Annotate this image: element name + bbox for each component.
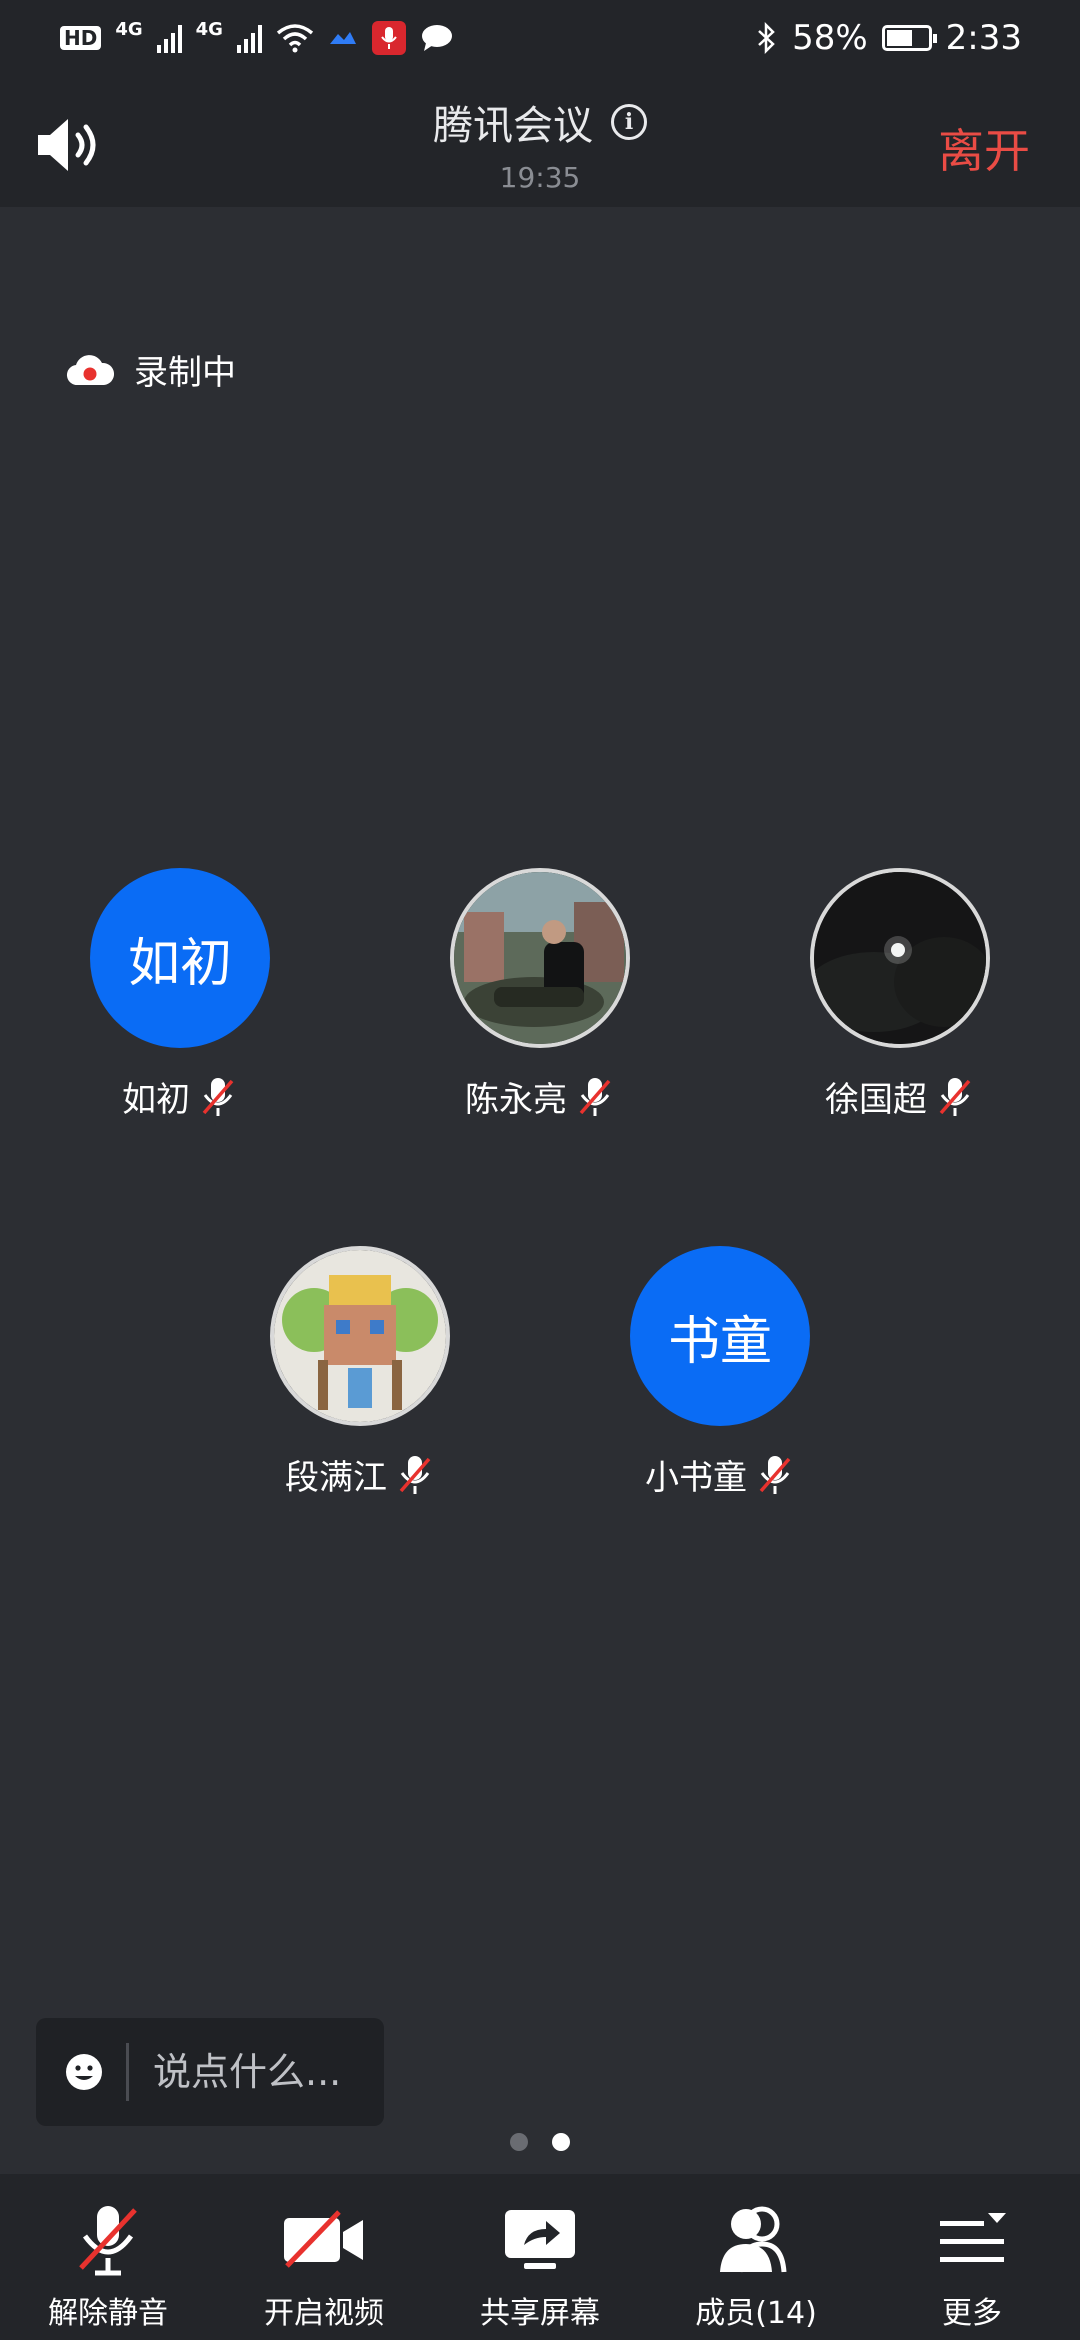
avatar-initials: 书童 [667, 1311, 772, 1372]
participant-name: 徐国超 [825, 1080, 927, 1120]
share-screen-label: 共享屏幕 [480, 2296, 600, 2331]
participant-tile[interactable]: 陈永亮 [390, 868, 690, 1121]
mic-muted-icon [79, 2206, 137, 2276]
battery-icon [881, 24, 937, 51]
app-notification-icon [329, 31, 356, 44]
status-bar: HD 4G 4G 58% 2:33 [0, 0, 1080, 75]
network-type-2: 4G [195, 19, 223, 40]
share-screen-icon [505, 2210, 575, 2269]
participant-tile[interactable]: 徐国超 [750, 868, 1050, 1121]
leave-button[interactable]: 离开 [938, 115, 1030, 181]
title-row[interactable]: 腾讯会议 i [433, 93, 647, 151]
start-video-label: 开启视频 [264, 2296, 384, 2331]
emoji-icon[interactable] [64, 2052, 104, 2092]
meeting-timer: 19:35 [499, 161, 581, 194]
microphone-in-use-icon [371, 20, 406, 55]
members-button[interactable]: 成员(14) [648, 2174, 864, 2340]
meeting-header: 腾讯会议 i 19:35 离开 [0, 75, 1080, 207]
network-type-1: 4G [115, 19, 143, 40]
avatar: 书童 [630, 1246, 810, 1426]
unmute-button[interactable]: 解除静音 [0, 2174, 216, 2340]
mic-muted-icon [202, 1077, 234, 1116]
more-menu-icon [940, 2213, 1006, 2262]
members-label: 成员(14) [695, 2296, 817, 2331]
mic-muted-icon [759, 1455, 791, 1494]
status-left: HD 4G 4G [60, 19, 454, 55]
video-off-icon [284, 2210, 363, 2268]
participant-name: 段满江 [285, 1458, 387, 1498]
unmute-label: 解除静音 [48, 2296, 168, 2331]
participant-name: 如初 [122, 1080, 190, 1120]
page-dot[interactable] [510, 2133, 528, 2151]
signal-icon [156, 23, 182, 53]
participant-name: 陈永亮 [465, 1080, 567, 1120]
cloud-recording-icon [67, 354, 114, 385]
message-icon [421, 24, 452, 51]
mic-muted-icon [939, 1077, 971, 1116]
meeting-title[interactable]: 腾讯会议 [433, 93, 593, 151]
members-icon [720, 2206, 787, 2273]
participant-name-row: 如初 [122, 1072, 238, 1121]
chat-input[interactable] [153, 2050, 353, 2094]
signal-icon-2 [236, 23, 262, 53]
battery-percent: 58% [792, 17, 868, 58]
chat-divider [126, 2043, 129, 2101]
mic-muted-icon [579, 1077, 611, 1116]
title-area: 腾讯会议 i 19:35 [0, 93, 1080, 194]
avatar-photo [270, 1246, 450, 1426]
page-indicator [510, 2133, 570, 2151]
info-icon[interactable]: i [611, 104, 647, 140]
mic-muted-icon [399, 1455, 431, 1494]
page-dot-active[interactable] [552, 2133, 570, 2151]
participant-tile[interactable]: 段满江 [210, 1246, 510, 1499]
participant-name: 小书童 [645, 1458, 747, 1498]
more-label: 更多 [942, 2296, 1002, 2331]
participant-tile[interactable]: 如初 如初 [30, 868, 330, 1121]
bluetooth-icon [758, 21, 775, 54]
participant-name-row: 段满江 [285, 1450, 435, 1499]
more-button[interactable]: 更多 [864, 2174, 1080, 2340]
start-video-button[interactable]: 开启视频 [216, 2174, 432, 2340]
status-right: 58% 2:33 [756, 18, 1022, 58]
share-screen-button[interactable]: 共享屏幕 [432, 2174, 648, 2340]
chat-box[interactable] [36, 2018, 384, 2126]
bottom-toolbar: 解除静音 开启视频 共享屏幕 成员(14) 更多 [0, 2174, 1080, 2340]
recording-label: 录制中 [134, 353, 236, 393]
participant-name-row: 陈永亮 [465, 1072, 615, 1121]
clock: 2:33 [945, 17, 1022, 58]
avatar-photo [450, 868, 630, 1048]
participant-name-row: 小书童 [645, 1450, 795, 1499]
wifi-icon [276, 23, 314, 52]
recording-indicator: 录制中 [66, 345, 236, 394]
participant-tile[interactable]: 书童 小书童 [570, 1246, 870, 1499]
hd-badge: HD [60, 25, 102, 50]
avatar-initials: 如初 [127, 933, 232, 994]
participant-name-row: 徐国超 [825, 1072, 975, 1121]
avatar: 如初 [90, 868, 270, 1048]
avatar-photo [810, 868, 990, 1048]
